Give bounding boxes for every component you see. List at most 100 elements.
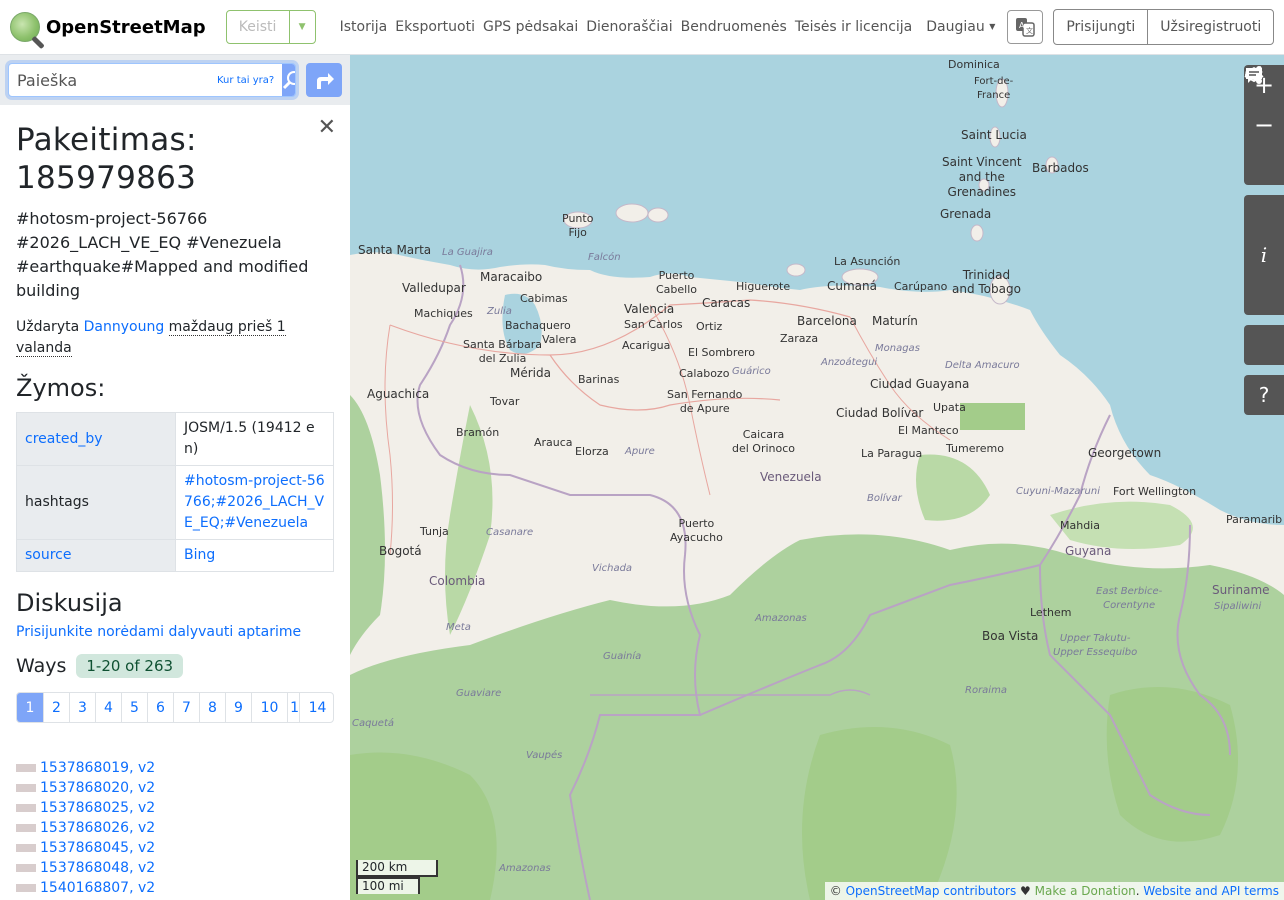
way-link[interactable]: 1537868020, v2 xyxy=(40,780,155,796)
brand-link[interactable]: OpenStreetMap xyxy=(10,0,206,55)
search-button[interactable] xyxy=(282,64,295,96)
comment-icon xyxy=(1246,68,1262,83)
page-link[interactable]: 3 xyxy=(69,693,95,722)
map-label-machiques: Machiques xyxy=(414,307,473,320)
table-row: created_by JOSM/1.5 (19412 en) xyxy=(16,412,334,466)
directions-button[interactable] xyxy=(306,63,342,97)
tag-value-link[interactable]: Bing xyxy=(184,547,215,563)
search-bar: Kur tai yra? xyxy=(0,55,350,105)
nav-history[interactable]: Istorija xyxy=(336,19,392,35)
tags-heading: Žymos: xyxy=(16,374,106,402)
map-label-maturin: Maturín xyxy=(872,314,918,328)
tag-key-link[interactable]: created_by xyxy=(25,431,103,447)
way-link[interactable]: 1537868025, v2 xyxy=(40,800,155,816)
map-key-button[interactable]: i xyxy=(1244,235,1284,275)
signup-button[interactable]: Užsiregistruoti xyxy=(1147,10,1273,44)
map-label-guaviare: Guaviare xyxy=(456,688,502,699)
way-link[interactable]: 1537868026, v2 xyxy=(40,820,155,836)
map-label-elsombrero: El Sombrero xyxy=(688,346,755,359)
query-button[interactable]: ? xyxy=(1244,375,1284,415)
map-label-sancarlos: San Carlos xyxy=(624,318,683,331)
login-button[interactable]: Prisijungti xyxy=(1054,10,1147,44)
ways-count-badge: 1-20 of 263 xyxy=(76,654,184,678)
map-label-laguajira: La Guajira xyxy=(442,247,493,258)
close-icon[interactable]: ✕ xyxy=(318,117,336,139)
edit-dropdown-toggle[interactable]: ▼ xyxy=(288,11,315,43)
page-link[interactable]: 9 xyxy=(225,693,251,722)
map-canvas[interactable]: Dominica Fort-de- France Saint Lucia Sai… xyxy=(350,55,1284,900)
donation-link[interactable]: Make a Donation xyxy=(1035,884,1136,898)
edit-button-group: Keisti ▼ xyxy=(225,10,316,44)
map-label-lapargua: La Paragua xyxy=(861,447,923,460)
way-link[interactable]: 1537868048, v2 xyxy=(40,860,155,876)
tag-key-link[interactable]: source xyxy=(25,547,72,563)
translate-icon: A 文 xyxy=(1016,18,1036,37)
map-label-cumana: Cumaná xyxy=(827,279,877,293)
layers-button[interactable] xyxy=(1244,67,1284,235)
nav-export[interactable]: Eksportuoti xyxy=(391,19,479,35)
map-label-amazonas: Amazonas xyxy=(755,613,807,624)
map-label-trinidad: Trinidad and Tobago xyxy=(952,268,1021,296)
search-input[interactable] xyxy=(9,64,217,96)
discussion-login-link[interactable]: Prisijunkite norėdami dalyvauti aptarime xyxy=(16,624,334,640)
page-link[interactable]: 6 xyxy=(147,693,173,722)
locate-button[interactable] xyxy=(1244,66,1284,185)
add-note-button[interactable] xyxy=(1244,68,1284,365)
where-is-this-link[interactable]: Kur tai yra? xyxy=(217,75,282,86)
minus-icon: − xyxy=(1253,111,1275,139)
way-link[interactable]: 1540168807, v2 xyxy=(40,880,155,896)
language-button[interactable]: A 文 xyxy=(1007,10,1044,44)
edit-button[interactable]: Keisti xyxy=(227,11,289,43)
page-link[interactable]: 8 xyxy=(199,693,225,722)
osm-contributors-link[interactable]: OpenStreetMap contributors xyxy=(846,884,1017,898)
user-link[interactable]: Dannyoung xyxy=(84,319,165,335)
changeset-comment: #hotosm-project-56766 #2026_LACH_VE_EQ #… xyxy=(16,209,309,300)
page-link[interactable]: 7 xyxy=(173,693,199,722)
map-label-puertocabello: Puerto Cabello xyxy=(656,269,698,296)
map-label-valledupar: Valledupar xyxy=(402,281,466,295)
way-swatch xyxy=(16,804,36,812)
map-label-anzoategui: Anzoátegui xyxy=(821,357,878,368)
map-label-guarico: Guárico xyxy=(732,366,771,377)
page-link[interactable]: 2 xyxy=(43,693,69,722)
nav-communities[interactable]: Bendruomenės xyxy=(677,19,791,35)
nav-more-dropdown[interactable]: Daugiau ▼ xyxy=(926,19,995,35)
nav-copyright[interactable]: Teisės ir licencija xyxy=(791,19,916,35)
map-label-falcon: Falcón xyxy=(588,252,621,263)
share-button[interactable] xyxy=(1244,66,1284,315)
search-box: Kur tai yra? xyxy=(8,63,296,97)
tag-key: hashtags xyxy=(16,465,176,540)
nav-diaries[interactable]: Dienoraščiai xyxy=(582,19,676,35)
pagination: 1 2 3 4 5 6 7 8 9 10 1 14 xyxy=(16,692,334,723)
brand-name: OpenStreetMap xyxy=(46,16,206,38)
osm-logo-icon xyxy=(10,12,40,42)
list-item: 1537868019, v2 xyxy=(16,758,334,778)
map-label-colombia: Colombia xyxy=(429,574,486,588)
map-label-upper: Upper Takutu- Upper Essequibo xyxy=(1053,633,1138,658)
map-label-bachaquero: Bachaquero xyxy=(505,319,571,332)
map-label-stvincent: Saint Vincent and the Grenadines xyxy=(942,155,1022,199)
page-link[interactable]: 4 xyxy=(95,693,121,722)
page-link[interactable]: 14 xyxy=(299,693,333,722)
map-label-ortiz: Ortiz xyxy=(696,320,723,333)
hashtags-link[interactable]: #hotosm-project-56766;#2026_LACH_VE_EQ;#… xyxy=(184,473,325,531)
page-link[interactable]: 5 xyxy=(121,693,147,722)
way-link[interactable]: 1537868019, v2 xyxy=(40,760,155,776)
zoom-out-button[interactable]: − xyxy=(1244,105,1284,145)
map-label-sanfernando: San Fernando de Apure xyxy=(667,388,743,415)
map-label-zaraza: Zaraza xyxy=(780,332,819,345)
scale-mi: 100 mi xyxy=(356,877,420,894)
map-label-valera: Valera xyxy=(542,333,577,346)
closed-info: Uždaryta Dannyoung maždaug prieš 1 valan… xyxy=(16,317,334,359)
terms-link[interactable]: Website and API terms xyxy=(1143,884,1279,898)
discussion-login-link-text[interactable]: Prisijunkite norėdami dalyvauti aptarime xyxy=(16,624,301,640)
way-list: 1537868019, v2 1537868020, v2 1537868025… xyxy=(16,758,334,898)
heart-icon: ♥ xyxy=(1020,884,1031,898)
page-link[interactable]: 1 xyxy=(17,693,43,722)
list-item: 1540168807, v2 xyxy=(16,878,334,898)
way-link[interactable]: 1537868045, v2 xyxy=(40,840,155,856)
nav-gps-traces[interactable]: GPS pėdsakai xyxy=(479,19,582,35)
page-link[interactable]: 10 xyxy=(251,693,287,722)
page-link[interactable]: 1 xyxy=(287,693,299,722)
info-icon: i xyxy=(1260,243,1268,267)
